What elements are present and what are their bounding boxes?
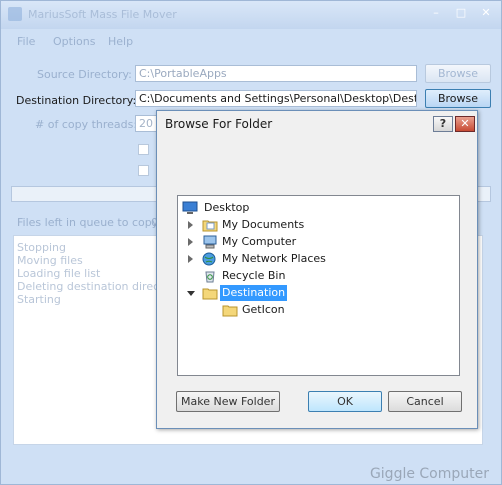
menu-help[interactable]: Help [108, 35, 133, 48]
window-title: MariusSoft Mass File Mover [28, 8, 177, 21]
my-documents-icon [202, 220, 218, 232]
tree-item-label: Recycle Bin [222, 269, 286, 282]
source-directory-field[interactable]: C:\PortableApps [135, 65, 417, 82]
maximize-button[interactable]: □ [451, 5, 471, 21]
tree-item-label: Desktop [204, 201, 250, 214]
expand-arrow-icon[interactable] [188, 255, 193, 263]
source-browse-button[interactable]: Browse [425, 64, 491, 83]
tree-item-label: Destination [220, 285, 288, 301]
tree-item-network-places[interactable]: My Network Places [186, 251, 456, 267]
title-bar[interactable]: MariusSoft Mass File Mover – □ ✕ [1, 1, 501, 29]
tree-item-label: My Network Places [222, 252, 326, 265]
log-line: Stopping [17, 241, 67, 254]
log-line: Loading file list [17, 267, 101, 280]
log-line: Moving files [17, 254, 83, 267]
expand-arrow-icon[interactable] [188, 221, 193, 229]
menu-options[interactable]: Options [53, 35, 95, 48]
cancel-button[interactable]: Cancel [388, 391, 462, 412]
tree-item-recycle-bin[interactable]: Recycle Bin [186, 268, 456, 284]
tree-item-destination[interactable]: Destination [186, 285, 456, 301]
destination-directory-field[interactable]: C:\Documents and Settings\Personal\Deskt… [135, 90, 417, 107]
destination-directory-label: Destination Directory: [16, 94, 137, 107]
option-checkbox-1[interactable] [138, 144, 149, 155]
copy-threads-field[interactable]: 20 [135, 115, 157, 132]
recycle-bin-icon [205, 271, 215, 283]
tree-item-geticon[interactable]: GetIcon [206, 302, 446, 318]
minimize-button[interactable]: – [426, 5, 446, 21]
queue-label: Files left in queue to copy: [17, 216, 162, 229]
browse-folder-dialog: Browse For Folder ? ✕ Desktop My Documen… [156, 110, 478, 429]
option-checkbox-2[interactable] [138, 165, 149, 176]
ok-button[interactable]: OK [308, 391, 382, 412]
menu-bar: File Options Help [1, 35, 501, 51]
destination-browse-button[interactable]: Browse [425, 89, 491, 108]
source-directory-label: Source Directory: [37, 68, 132, 81]
folder-icon [202, 288, 218, 300]
dialog-close-button[interactable]: ✕ [455, 116, 475, 132]
close-button[interactable]: ✕ [476, 5, 496, 21]
dialog-title: Browse For Folder [165, 117, 273, 131]
tree-item-my-computer[interactable]: My Computer [186, 234, 456, 250]
expand-arrow-icon[interactable] [188, 238, 193, 246]
tree-item-desktop[interactable]: Desktop [182, 200, 452, 216]
collapse-arrow-icon[interactable] [187, 291, 195, 296]
tree-item-my-documents[interactable]: My Documents [186, 217, 456, 233]
my-computer-icon [203, 235, 217, 249]
tree-item-label: GetIcon [242, 303, 285, 316]
folder-icon [222, 305, 238, 317]
tree-item-label: My Documents [222, 218, 305, 231]
desktop-icon [182, 201, 198, 214]
tree-item-label: My Computer [222, 235, 297, 248]
log-line: Starting [17, 293, 61, 306]
network-places-icon [202, 252, 216, 266]
help-button[interactable]: ? [433, 116, 453, 132]
app-icon [8, 7, 22, 21]
folder-tree[interactable]: Desktop My Documents My Computer My Netw… [177, 195, 460, 376]
watermark: Giggle Computer [369, 466, 489, 482]
make-new-folder-button[interactable]: Make New Folder [176, 391, 280, 412]
menu-file[interactable]: File [17, 35, 35, 48]
copy-threads-label: # of copy threads: [35, 118, 138, 131]
